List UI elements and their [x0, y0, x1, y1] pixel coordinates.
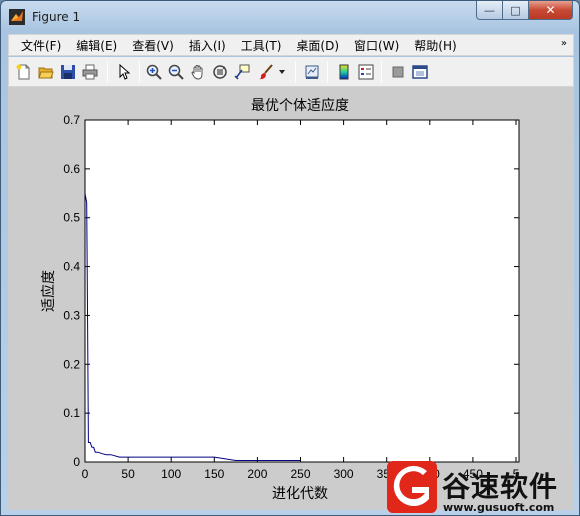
y-tick-label: 0.7: [63, 113, 80, 127]
y-tick-label: 0.1: [63, 406, 80, 420]
plot-area[interactable]: 最优个体适应度 0 0.1 0.2 0.3 0.4 0.5 0.6 0.7 0 50 100 150…: [1, 1, 580, 516]
watermark-brand-text: 谷速软件: [442, 470, 559, 503]
x-tick-label: 150: [204, 467, 224, 481]
y-tick-label: 0.2: [63, 357, 80, 371]
y-tick-label: 0.6: [63, 162, 80, 176]
x-tick-label: 100: [161, 467, 181, 481]
x-tick-label: 0: [82, 467, 89, 481]
y-tick-label: 0.3: [63, 308, 80, 322]
chart-title: 最优个体适应度: [251, 97, 349, 114]
site-watermark: 谷速软件 www.gusuoft.com: [387, 461, 580, 516]
x-tick-label: 250: [290, 467, 310, 481]
y-axis-label: 适应度: [40, 270, 57, 312]
x-axis-label: 进化代数: [272, 486, 328, 502]
watermark-url: www.gusuoft.com: [443, 501, 555, 514]
watermark-logo-icon: [387, 461, 437, 513]
x-tick-label: 200: [247, 467, 267, 481]
axes-background: [84, 119, 520, 463]
y-tick-label: 0.5: [63, 211, 80, 225]
y-tick-label: 0: [73, 455, 80, 469]
x-tick-label: 300: [334, 467, 354, 481]
y-tick-label: 0.4: [63, 260, 80, 274]
x-tick-label: 50: [121, 467, 135, 481]
figure-window: Figure 1 — □ ✕ 文件(F) 编辑(E) 查看(V) 插入(I) 工…: [0, 0, 580, 516]
